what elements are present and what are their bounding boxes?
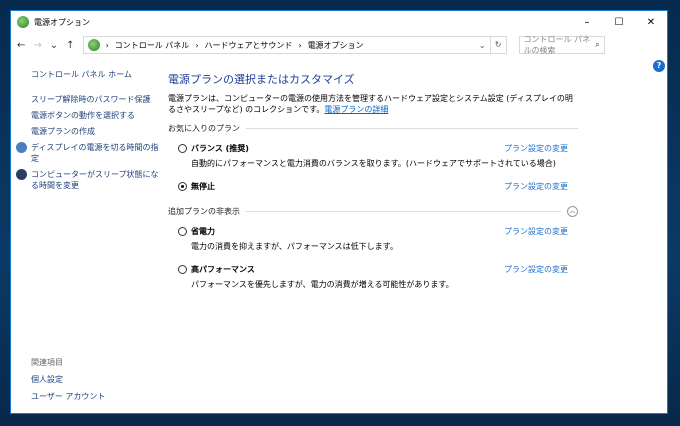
refresh-button[interactable]: ↻ <box>490 36 507 54</box>
breadcrumb-control-panel[interactable]: コントロール パネル <box>115 40 190 51</box>
change-plan-settings-link[interactable]: プラン設定の変更 <box>504 264 568 275</box>
back-button[interactable]: ← <box>17 40 25 51</box>
chevron-up-icon[interactable]: ︿ <box>567 206 578 217</box>
minimize-button[interactable]: – <box>571 17 603 28</box>
change-plan-settings-link[interactable]: プラン設定の変更 <box>504 143 568 154</box>
related-user-accounts[interactable]: ユーザー アカウント <box>31 391 105 402</box>
change-plan-settings-link[interactable]: プラン設定の変更 <box>504 226 568 237</box>
title-bar: 電源オプション – ☐ ✕ <box>11 11 667 33</box>
breadcrumb[interactable]: › コントロール パネル › ハードウェアとサウンド › 電源オプション ⌄ <box>82 36 491 54</box>
change-plan-settings-link[interactable]: プラン設定の変更 <box>504 181 568 192</box>
main-content: 電源プランの選択またはカスタマイズ 電源プランは、コンピューターの電源の使用方法… <box>168 71 578 302</box>
plan-nonstop[interactable]: 無停止 プラン設定の変更 <box>168 181 578 192</box>
plan-balanced[interactable]: バランス (推奨) 自動的にパフォーマンスと電力消費のバランスを取ります。(ハー… <box>168 143 578 169</box>
plan-power-saver[interactable]: 省電力 電力の消費を抑えますが、パフォーマンスは低下します。 プラン設定の変更 <box>168 226 578 252</box>
power-options-window: 電源オプション – ☐ ✕ ← → ⌄ ↑ › コントロール パネル › ハードウェ… <box>10 10 668 414</box>
chevron-down-icon[interactable]: ⌄ <box>479 41 486 50</box>
breadcrumb-power-options[interactable]: 電源オプション <box>308 40 364 51</box>
page-title: 電源プランの選択またはカスタマイズ <box>168 73 355 86</box>
sidebar-item-create-plan[interactable]: 電源プランの作成 <box>31 126 161 137</box>
power-plan-details-link[interactable]: 電源プランの詳細 <box>324 105 388 114</box>
related-personalization[interactable]: 個人設定 <box>31 374 105 385</box>
favorites-section-header: お気に入りのプラン <box>168 123 578 134</box>
breadcrumb-hardware-sound[interactable]: ハードウェアとサウンド <box>205 40 293 51</box>
hidden-plans-header[interactable]: 追加プランの非表示 ︿ <box>168 206 578 217</box>
sidebar-home-link[interactable]: コントロール パネル ホーム <box>31 69 161 80</box>
related-title: 関連項目 <box>31 358 63 367</box>
search-input[interactable]: コントロール パネルの検索 ⌕ <box>518 35 605 55</box>
radio-nonstop[interactable] <box>178 182 187 191</box>
sidebar: コントロール パネル ホーム スリープ解除時のパスワード保護 電源ボタンの動作を… <box>16 69 161 196</box>
sidebar-item-power-button[interactable]: 電源ボタンの動作を選択する <box>31 110 161 121</box>
recent-locations-button[interactable]: ⌄ <box>50 40 58 51</box>
plan-high-performance[interactable]: 高パフォーマンス パフォーマンスを優先しますが、電力の消費が増える可能性がありま… <box>168 264 578 290</box>
radio-power-saver[interactable] <box>178 227 187 236</box>
related-section: 関連項目 個人設定 ユーザー アカウント <box>31 357 105 408</box>
forward-button[interactable]: → <box>33 40 41 51</box>
maximize-button[interactable]: ☐ <box>603 17 635 28</box>
sidebar-item-sleep[interactable]: コンピューターがスリープ状態になる時間を変更 <box>16 169 161 191</box>
window-title: 電源オプション <box>34 17 90 27</box>
monitor-clock-icon <box>16 142 27 153</box>
page-description: 電源プランは、コンピューターの電源の使用方法を管理するハードウェア設定とシステム… <box>168 94 573 114</box>
close-button[interactable]: ✕ <box>635 17 667 28</box>
moon-icon <box>16 169 27 180</box>
address-bar: ← → ⌄ ↑ › コントロール パネル › ハードウェアとサウンド › 電源オプショ… <box>11 33 667 57</box>
radio-high-performance[interactable] <box>178 265 187 274</box>
radio-balanced[interactable] <box>178 144 187 153</box>
sidebar-item-password[interactable]: スリープ解除時のパスワード保護 <box>31 94 161 105</box>
sidebar-item-display-off[interactable]: ディスプレイの電源を切る時間の指定 <box>16 142 161 164</box>
power-options-icon <box>17 16 29 28</box>
up-button[interactable]: ↑ <box>66 40 74 51</box>
help-icon[interactable]: ? <box>653 60 665 72</box>
control-panel-icon <box>87 39 100 51</box>
search-icon: ⌕ <box>595 40 600 49</box>
